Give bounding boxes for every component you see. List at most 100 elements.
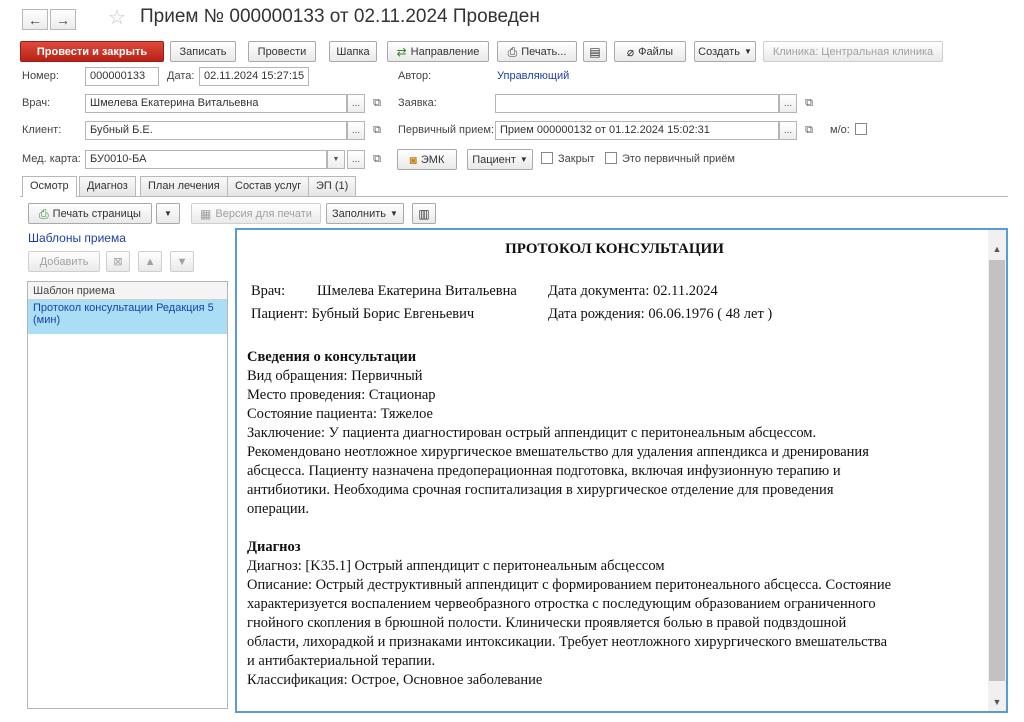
chevron-down-icon: ▼ xyxy=(164,209,172,218)
templates-list[interactable]: Шаблон приема Протокол консультации Реда… xyxy=(27,281,228,709)
visit-type: Вид обращения: Первичный xyxy=(247,368,423,384)
document-icon: ▤ xyxy=(589,44,601,59)
conclusion-line: антибиотики. Необходима срочная госпитал… xyxy=(247,482,834,498)
print-pages-button[interactable]: ⎙ Печать страницы xyxy=(28,203,152,224)
med-card-dropdown-button[interactable]: ▼ xyxy=(327,150,345,169)
patient-button[interactable]: Пациент ▼ xyxy=(467,149,533,170)
printer-icon: ⎙ xyxy=(507,44,518,59)
request-label: Заявка: xyxy=(398,97,437,109)
tab-ep[interactable]: ЭП (1) xyxy=(308,176,357,196)
is-primary-checkbox[interactable] xyxy=(605,152,617,164)
primary-visit-field[interactable]: Прием 000000132 от 01.12.2024 15:02:31 xyxy=(495,121,779,140)
protocol-patient: Пациент: Бубный Борис Евгеньевич xyxy=(251,306,475,322)
move-up-button[interactable]: ▲ xyxy=(138,251,162,272)
protocol-title: ПРОТОКОЛ КОНСУЛЬТАЦИИ xyxy=(505,241,724,257)
doctor-select-button[interactable]: ... xyxy=(347,94,365,113)
add-template-button[interactable]: Добавить xyxy=(28,251,100,272)
clinic-button[interactable]: Клиника: Центральная клиника xyxy=(763,41,943,62)
client-field[interactable]: Бубный Б.Е. xyxy=(85,121,347,140)
fill-button[interactable]: Заполнить ▼ xyxy=(326,203,404,224)
delete-template-button[interactable]: ⊠ xyxy=(106,251,130,272)
forward-button[interactable]: → xyxy=(50,9,76,30)
tab-treatment-plan[interactable]: План лечения xyxy=(140,176,228,196)
doctor-open-icon[interactable]: ⧉ xyxy=(370,96,384,110)
visit-place: Место проведения: Стационар xyxy=(247,387,436,403)
report-button[interactable]: ▤ xyxy=(583,41,607,62)
tab-exam[interactable]: Осмотр xyxy=(22,176,77,197)
date-field[interactable]: 02.11.2024 15:27:15 xyxy=(199,67,309,86)
chevron-down-icon: ▼ xyxy=(743,47,752,56)
tab-diagnosis[interactable]: Диагноз xyxy=(79,176,136,196)
print-pages-dropdown[interactable]: ▼ xyxy=(156,203,180,224)
mo-checkbox[interactable] xyxy=(855,123,867,135)
create-button[interactable]: Создать ▼ xyxy=(694,41,756,62)
move-down-button[interactable]: ▼ xyxy=(170,251,194,272)
conclusion-line: операции. xyxy=(247,501,310,517)
primary-visit-select-button[interactable]: ... xyxy=(779,121,797,140)
conclusion-line: Заключение: У пациента диагностирован ос… xyxy=(247,425,817,441)
print-label: Печать... xyxy=(521,45,567,58)
print-button[interactable]: ⎙ Печать... xyxy=(497,41,577,62)
section-diagnosis-title: Диагноз xyxy=(247,539,301,555)
protocol-document[interactable]: ПРОТОКОЛ КОНСУЛЬТАЦИИ Врач: Шмелева Екат… xyxy=(235,228,1008,713)
direction-label: Направление xyxy=(410,45,480,58)
request-select-button[interactable]: ... xyxy=(779,94,797,113)
scroll-up-icon[interactable]: ▲ xyxy=(988,244,1006,254)
protocol-doc-date: Дата документа: 02.11.2024 xyxy=(548,283,718,299)
date-label: Дата: xyxy=(167,70,195,82)
med-card-select-button[interactable]: ... xyxy=(347,150,365,169)
client-open-icon[interactable]: ⧉ xyxy=(370,123,384,137)
chevron-down-icon: ▼ xyxy=(519,155,528,164)
is-primary-label: Это первичный приём xyxy=(622,153,735,165)
conclusion-line: Рекомендовано неотложное хирургическое в… xyxy=(247,444,869,460)
files-button[interactable]: ⌀ Файлы xyxy=(614,41,686,62)
request-field[interactable] xyxy=(495,94,779,113)
header-button[interactable]: Шапка xyxy=(329,41,377,62)
table-settings-button[interactable]: ▥ xyxy=(412,203,436,224)
printer-icon: ⎙ xyxy=(39,206,49,221)
number-label: Номер: xyxy=(22,70,59,82)
page-title: Прием № 000000133 от 02.11.2024 Проведен xyxy=(140,6,540,27)
templates-title: Шаблоны приема xyxy=(28,231,126,245)
tab-services[interactable]: Состав услуг xyxy=(227,176,310,196)
med-card-open-icon[interactable]: ⧉ xyxy=(370,152,384,166)
doctor-field[interactable]: Шмелева Екатерина Витальевна xyxy=(85,94,347,113)
arrow-down-icon: ▼ xyxy=(176,255,188,268)
favorite-star-icon[interactable]: ☆ xyxy=(108,5,126,30)
print-pages-label: Печать страницы xyxy=(52,207,141,220)
section-consultation-title: Сведения о консультации xyxy=(247,349,417,365)
primary-visit-open-icon[interactable]: ⧉ xyxy=(802,123,816,137)
med-card-label: Мед. карта: xyxy=(22,153,81,165)
closed-checkbox[interactable] xyxy=(541,152,553,164)
author-link[interactable]: Управляющий xyxy=(497,70,569,82)
emk-button[interactable]: ◙ ЭМК xyxy=(397,149,457,170)
arrow-right-icon: → xyxy=(56,11,70,28)
post-and-close-button[interactable]: Провести и закрыть xyxy=(20,41,164,62)
list-item[interactable]: Протокол консультации Редакция 5 (мин) xyxy=(28,300,227,334)
classification-text: Классификация: Острое, Основное заболева… xyxy=(247,672,543,688)
files-label: Файлы xyxy=(638,45,674,58)
document-scrollbar[interactable]: ▲ ▼ xyxy=(988,230,1006,711)
client-select-button[interactable]: ... xyxy=(347,121,365,140)
scrollbar-thumb[interactable] xyxy=(989,260,1005,681)
create-label: Создать xyxy=(698,45,740,58)
print-version-button[interactable]: ▦ Версия для печати xyxy=(191,203,321,224)
post-button[interactable]: Провести xyxy=(248,41,316,62)
mo-label: м/о: xyxy=(830,124,850,136)
patient-label: Пациент xyxy=(472,153,516,166)
patient-state: Состояние пациента: Тяжелое xyxy=(247,406,433,422)
back-button[interactable]: ← xyxy=(22,9,48,30)
person-card-icon: ◙ xyxy=(409,152,417,167)
med-card-field[interactable]: БУ0010-БА xyxy=(85,150,327,169)
protocol-birth-date: Дата рождения: 06.06.1976 ( 48 лет ) xyxy=(548,306,773,322)
number-field[interactable]: 000000133 xyxy=(85,67,159,86)
direction-button[interactable]: ⇄ Направление xyxy=(387,41,489,62)
client-label: Клиент: xyxy=(22,124,62,136)
arrow-up-icon: ▲ xyxy=(144,255,156,268)
scroll-down-icon[interactable]: ▼ xyxy=(988,697,1006,707)
print-version-label: Версия для печати xyxy=(215,207,312,220)
save-button[interactable]: Записать xyxy=(170,41,236,62)
conclusion-line: абсцесса. Пациенту назначена предопераци… xyxy=(247,463,841,479)
doctor-label: Врач: xyxy=(22,97,51,109)
request-open-icon[interactable]: ⧉ xyxy=(802,96,816,110)
